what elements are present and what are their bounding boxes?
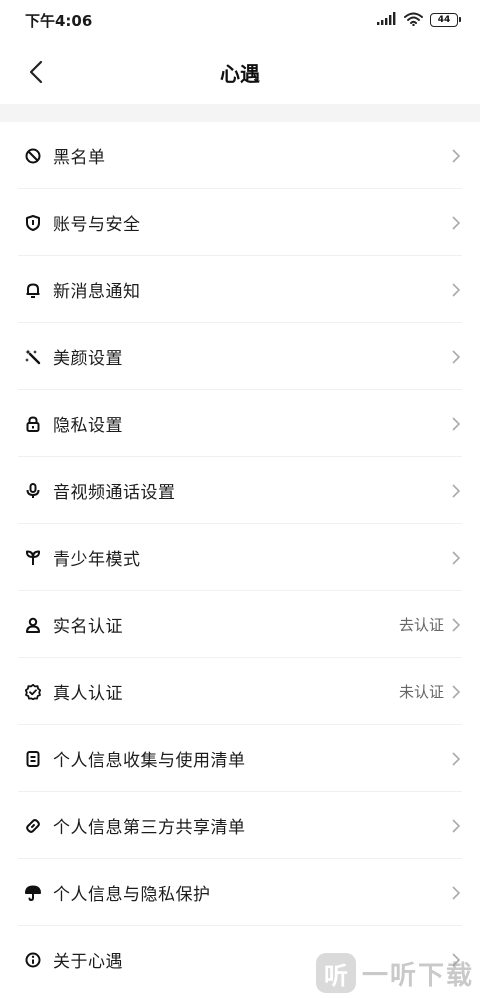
page-title: 心遇 [220, 61, 260, 86]
chevron-right-icon [452, 550, 462, 565]
lock-icon [24, 415, 42, 433]
menu-item-label: 个人信息与隐私保护 [53, 885, 211, 905]
watermark: 听 一听下载 [315, 953, 474, 993]
menu-item-label: 新消息通知 [53, 282, 141, 302]
settings-list: 黑名单 账号与安全 新消息通知 美颜设置 隐私设置 音视频通话设置 青少年模式 … [0, 122, 480, 993]
watermark-text: 一听下载 [361, 960, 474, 991]
chevron-right-icon [452, 483, 462, 498]
menu-item-third-party-sharing[interactable]: 个人信息第三方共享清单 [0, 792, 480, 859]
back-button[interactable] [18, 54, 54, 90]
menu-item-real-person-auth[interactable]: 真人认证 未认证 [0, 658, 480, 725]
menu-item-label: 真人认证 [53, 684, 123, 704]
chevron-right-icon [452, 416, 462, 431]
menu-item-label: 实名认证 [53, 617, 123, 637]
chevron-right-icon [452, 215, 462, 230]
chevron-right-icon [452, 282, 462, 297]
microphone-icon [24, 482, 42, 500]
status-bar: 下午4:06 44 [0, 0, 480, 40]
verified-badge-icon [24, 683, 42, 701]
person-icon [24, 616, 42, 634]
info-icon [24, 951, 42, 969]
chevron-right-icon [452, 349, 462, 364]
sprout-icon [24, 549, 42, 567]
battery-icon: 44 [430, 13, 461, 27]
menu-item-call-settings[interactable]: 音视频通话设置 [0, 457, 480, 524]
shield-icon [24, 214, 42, 232]
wifi-icon [404, 11, 423, 30]
chevron-right-icon [452, 751, 462, 766]
block-icon [24, 147, 42, 165]
menu-item-label: 个人信息收集与使用清单 [53, 751, 246, 771]
menu-item-account-security[interactable]: 账号与安全 [0, 189, 480, 256]
menu-item-notifications[interactable]: 新消息通知 [0, 256, 480, 323]
link-icon [24, 817, 42, 835]
menu-item-beauty-settings[interactable]: 美颜设置 [0, 323, 480, 390]
menu-item-label: 黑名单 [53, 148, 106, 168]
menu-item-info-collection-list[interactable]: 个人信息收集与使用清单 [0, 725, 480, 792]
menu-item-label: 隐私设置 [53, 416, 123, 436]
menu-item-teen-mode[interactable]: 青少年模式 [0, 524, 480, 591]
signal-icon [377, 11, 397, 30]
section-divider [0, 104, 480, 122]
menu-item-label: 音视频通话设置 [53, 483, 176, 503]
umbrella-icon [24, 884, 42, 902]
menu-item-real-name-auth[interactable]: 实名认证 去认证 [0, 591, 480, 658]
menu-item-blacklist[interactable]: 黑名单 [0, 122, 480, 189]
menu-item-label: 青少年模式 [53, 550, 141, 570]
menu-item-privacy-settings[interactable]: 隐私设置 [0, 390, 480, 457]
menu-item-label: 美颜设置 [53, 349, 123, 369]
watermark-logo: 听 [315, 953, 356, 993]
menu-item-privacy-protection[interactable]: 个人信息与隐私保护 [0, 859, 480, 926]
status-time: 下午4:06 [25, 11, 93, 30]
chevron-right-icon [452, 885, 462, 900]
document-icon [24, 750, 42, 768]
chevron-right-icon [452, 148, 462, 163]
chevron-right-icon [452, 818, 462, 833]
back-arrow-icon [29, 60, 43, 84]
battery-level: 44 [437, 14, 451, 25]
chevron-right-icon [452, 617, 462, 632]
nav-bar: 心遇 [0, 40, 480, 104]
status-icons: 44 [377, 11, 461, 30]
auth-status-text: 去认证 [398, 616, 444, 634]
bell-icon [24, 281, 42, 299]
chevron-right-icon [452, 684, 462, 699]
menu-item-label: 账号与安全 [53, 215, 141, 235]
menu-item-label: 个人信息第三方共享清单 [53, 818, 246, 838]
auth-status-text: 未认证 [398, 683, 444, 701]
magic-wand-icon [24, 348, 42, 366]
